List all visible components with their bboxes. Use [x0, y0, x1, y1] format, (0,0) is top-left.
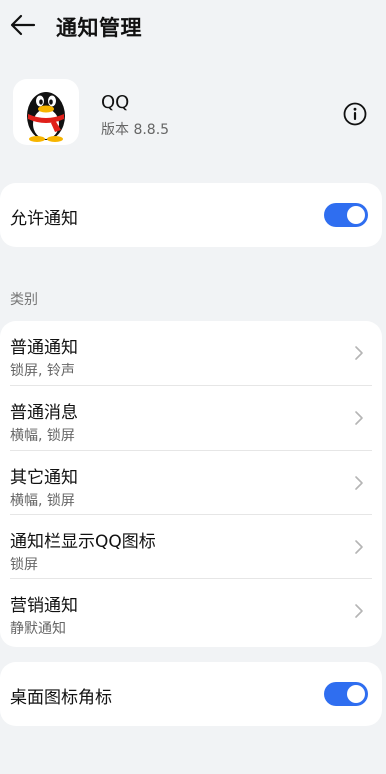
toggle-knob: [347, 685, 365, 703]
categories-section-label: 类别: [10, 292, 38, 308]
category-subtitle: 锁屏: [10, 557, 38, 573]
category-title: 营销通知: [10, 596, 78, 616]
categories-card: 普通通知 锁屏, 铃声 普通消息 横幅, 锁屏 其它通知 横幅, 锁屏 通知栏显…: [0, 321, 382, 647]
category-subtitle: 横幅, 锁屏: [10, 428, 75, 444]
category-title: 通知栏显示QQ图标: [10, 532, 156, 552]
badge-label: 桌面图标角标: [10, 688, 112, 708]
category-item[interactable]: 通知栏显示QQ图标 锁屏: [0, 515, 382, 579]
category-item[interactable]: 普通通知 锁屏, 铃声: [0, 321, 382, 385]
category-title: 普通通知: [10, 338, 78, 358]
allow-notifications-row[interactable]: 允许通知: [0, 183, 382, 247]
app-info-button[interactable]: [343, 102, 367, 126]
app-icon: [13, 79, 79, 145]
category-title: 其它通知: [10, 468, 78, 488]
chevron-right-icon: [355, 346, 363, 360]
back-button[interactable]: [8, 10, 38, 40]
chevron-right-icon: [355, 540, 363, 554]
category-subtitle: 静默通知: [10, 621, 66, 637]
category-item[interactable]: 其它通知 横幅, 锁屏: [0, 451, 382, 515]
page-title: 通知管理: [56, 16, 142, 40]
category-item[interactable]: 营销通知 静默通知: [0, 579, 382, 643]
header-bar: 通知管理: [0, 0, 386, 56]
badge-toggle[interactable]: [324, 682, 368, 706]
allow-notifications-toggle[interactable]: [324, 203, 368, 227]
category-subtitle: 横幅, 锁屏: [10, 493, 75, 509]
chevron-right-icon: [355, 476, 363, 490]
notification-management-page: 通知管理 QQ 版本 8.8.5 允许通知 类别 普通通知 锁屏, 铃声 普通消…: [0, 0, 386, 774]
allow-notifications-card: 允许通知: [0, 183, 382, 247]
category-title: 普通消息: [10, 403, 78, 423]
toggle-knob: [347, 206, 365, 224]
category-item[interactable]: 普通消息 横幅, 锁屏: [0, 386, 382, 450]
app-name: QQ: [101, 92, 130, 113]
category-subtitle: 锁屏, 铃声: [10, 363, 75, 379]
qq-penguin-logo: [27, 92, 65, 142]
app-version: 版本 8.8.5: [101, 122, 170, 138]
allow-notifications-label: 允许通知: [10, 209, 78, 229]
badge-card: 桌面图标角标: [0, 662, 382, 726]
chevron-right-icon: [355, 411, 363, 425]
chevron-right-icon: [355, 604, 363, 618]
info-icon: [343, 102, 367, 126]
arrow-left-icon: [10, 14, 36, 36]
badge-row[interactable]: 桌面图标角标: [0, 662, 382, 726]
